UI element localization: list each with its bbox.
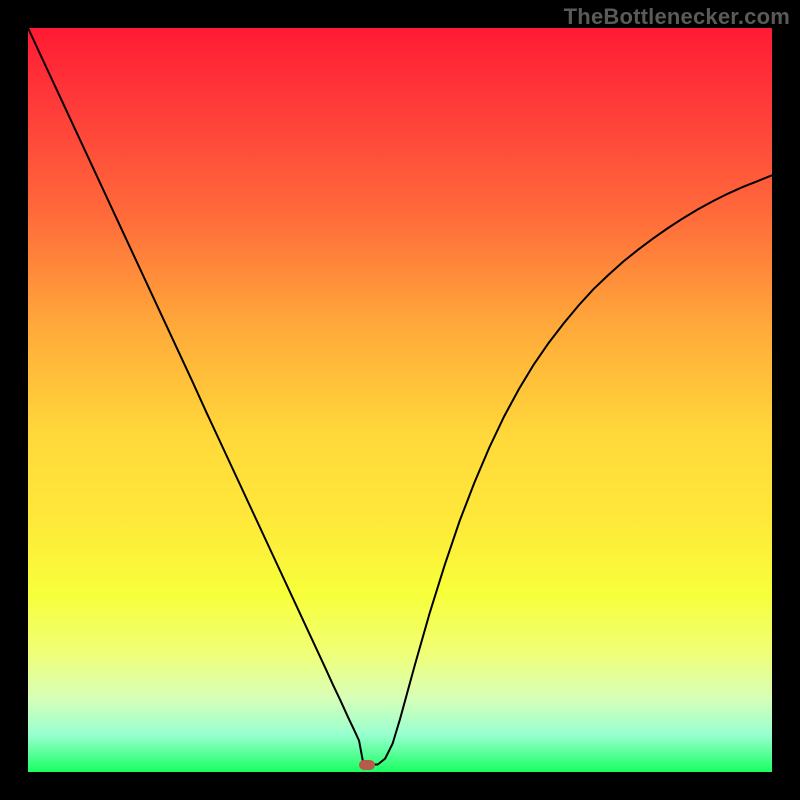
watermark-text: TheBottlenecker.com <box>564 4 790 30</box>
bottleneck-curve <box>28 28 772 772</box>
minimum-marker <box>359 760 375 770</box>
chart-plot-area <box>28 28 772 772</box>
